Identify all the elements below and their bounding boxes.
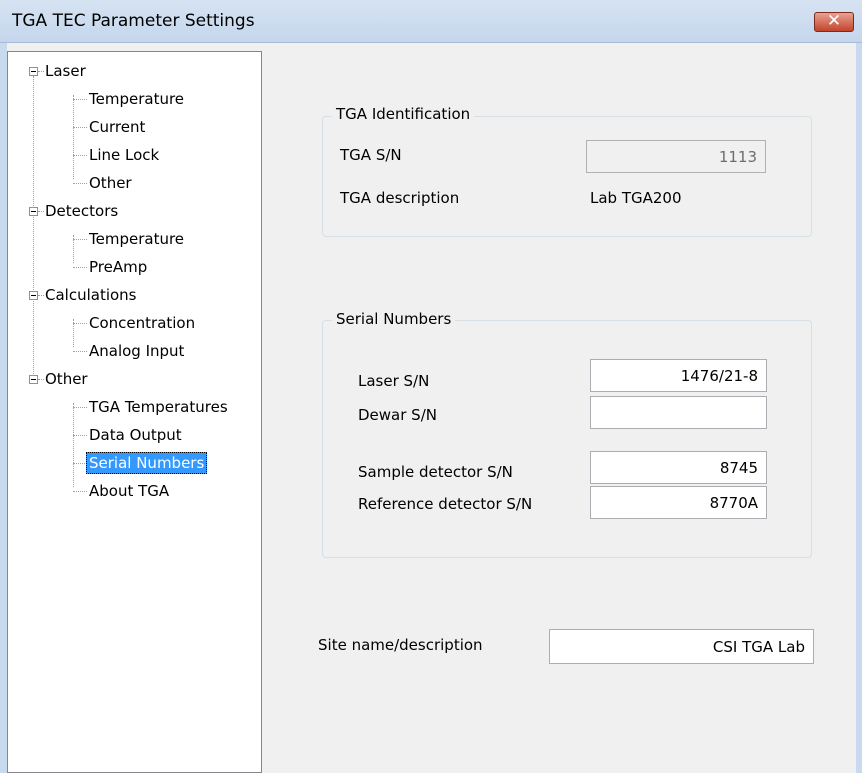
- tga-identification-group: [322, 116, 812, 237]
- window-frame-right: [856, 43, 862, 773]
- sample-detector-sn-label: Sample detector S/N: [358, 463, 513, 481]
- tga-identification-group-label: TGA Identification: [332, 105, 475, 123]
- tree-item-detectors[interactable]: Detectors: [45, 201, 118, 221]
- dewar-sn-label: Dewar S/N: [358, 406, 437, 424]
- site-name-label: Site name/description: [318, 636, 483, 654]
- tga-description-label: TGA description: [340, 189, 460, 207]
- tree-item-laser-other[interactable]: Other: [89, 173, 132, 193]
- dewar-sn-field[interactable]: [590, 396, 767, 429]
- tga-description-value: Lab TGA200: [590, 189, 682, 207]
- tree-item-calculations[interactable]: Calculations: [45, 285, 137, 305]
- parameter-settings-window: TGA TEC Parameter Settings ✕ Laser Tempe…: [0, 0, 862, 773]
- tree-item-concentration[interactable]: Concentration: [89, 313, 195, 333]
- tree-item-detectors-temperature[interactable]: Temperature: [89, 229, 184, 249]
- serial-numbers-group: [322, 320, 812, 558]
- tga-sn-field: [586, 140, 766, 173]
- collapse-other-icon[interactable]: [29, 375, 38, 384]
- tree-item-detectors-preamp[interactable]: PreAmp: [89, 257, 147, 277]
- tree-item-serial-numbers[interactable]: Serial Numbers: [86, 452, 208, 474]
- collapse-laser-icon[interactable]: [29, 67, 38, 76]
- tree-item-data-output[interactable]: Data Output: [89, 425, 182, 445]
- title-bar[interactable]: TGA TEC Parameter Settings ✕: [0, 0, 862, 43]
- settings-tree[interactable]: Laser Temperature Current Line Lock Othe…: [7, 51, 262, 773]
- close-button[interactable]: ✕: [814, 11, 854, 32]
- tree-item-about-tga[interactable]: About TGA: [89, 481, 169, 501]
- window-title: TGA TEC Parameter Settings: [12, 11, 255, 31]
- tree-item-laser-line-lock[interactable]: Line Lock: [89, 145, 159, 165]
- tree-item-laser-current[interactable]: Current: [89, 117, 145, 137]
- tga-sn-label: TGA S/N: [340, 146, 402, 164]
- tree-item-analog-input[interactable]: Analog Input: [89, 341, 184, 361]
- window-frame-left: [0, 43, 7, 773]
- collapse-calculations-icon[interactable]: [29, 291, 38, 300]
- serial-numbers-group-label: Serial Numbers: [332, 310, 456, 328]
- sample-detector-sn-field[interactable]: [590, 451, 767, 484]
- close-icon: ✕: [826, 11, 842, 31]
- site-name-field[interactable]: [549, 629, 814, 664]
- tree-item-laser[interactable]: Laser: [45, 61, 86, 81]
- reference-detector-sn-field[interactable]: [590, 486, 767, 519]
- tree-item-laser-temperature[interactable]: Temperature: [89, 89, 184, 109]
- laser-sn-label: Laser S/N: [358, 372, 430, 390]
- reference-detector-sn-label: Reference detector S/N: [358, 495, 533, 513]
- laser-sn-field[interactable]: [590, 359, 767, 392]
- tree-item-tga-temperatures[interactable]: TGA Temperatures: [89, 397, 228, 417]
- collapse-detectors-icon[interactable]: [29, 207, 38, 216]
- tree-item-other[interactable]: Other: [45, 369, 88, 389]
